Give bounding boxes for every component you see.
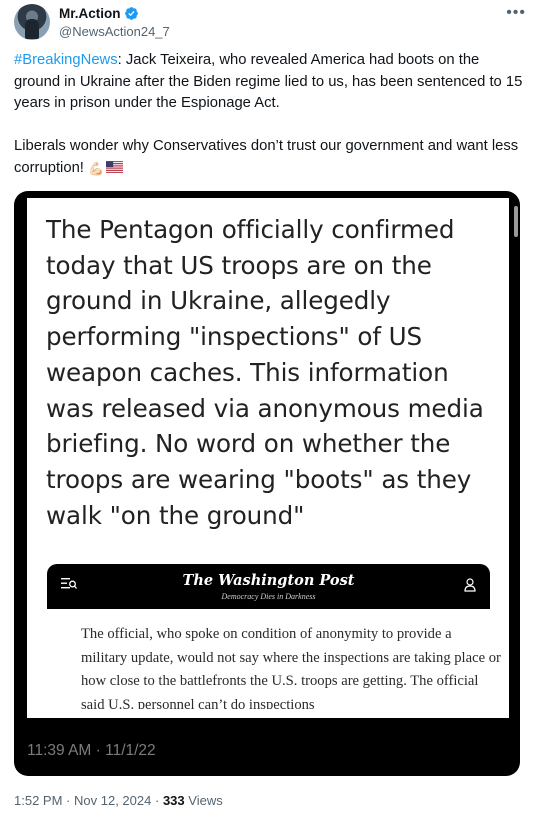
author-handle[interactable]: @NewsAction24_7 xyxy=(59,24,170,39)
author-name-row: Mr.Action xyxy=(59,6,139,21)
tweet-paragraph-2: Liberals wonder why Conservatives don’t … xyxy=(14,136,526,179)
tweet-meta: 1:52 PM · Nov 12, 2024 · 333 Views xyxy=(14,793,223,808)
newspaper-header-bar: The Washington Post Democracy Dies in Da… xyxy=(47,564,490,609)
more-options-icon[interactable]: ••• xyxy=(506,4,526,22)
meta-separator: · xyxy=(66,793,71,808)
tweet-header: Mr.Action @NewsAction24_7 ••• xyxy=(14,2,526,40)
tweet-paragraph-1: #BreakingNews: Jack Teixeira, who reveal… xyxy=(14,50,526,115)
author-display-name[interactable]: Mr.Action xyxy=(59,6,121,21)
flexed-biceps-emoji-icon: 💪🏻 xyxy=(88,160,105,176)
tweet-text: #BreakingNews: Jack Teixeira, who reveal… xyxy=(14,50,526,201)
verified-badge-icon xyxy=(124,7,138,20)
newspaper-tagline: Democracy Dies in Darkness xyxy=(221,592,316,601)
views-count: 333 xyxy=(162,793,185,808)
meta-separator: · xyxy=(154,793,160,808)
screenshot-headline: The Pentagon officially confirmed today … xyxy=(46,215,484,530)
screenshot-timestamp: 11:39 AM · 11/1/22 xyxy=(27,742,156,759)
us-flag-emoji-icon xyxy=(106,160,124,173)
user-account-icon xyxy=(464,578,476,592)
post-date[interactable]: Nov 12, 2024 xyxy=(74,793,151,808)
screenshot-content: The Pentagon officially confirmed today … xyxy=(27,198,518,718)
post-time[interactable]: 1:52 PM xyxy=(14,793,62,808)
hashtag-link[interactable]: #BreakingNews xyxy=(14,52,118,68)
newspaper-title: The Washington Post xyxy=(182,572,355,589)
article-excerpt: The official, who spoke on condition of … xyxy=(81,626,501,709)
views-label: Views xyxy=(188,793,223,808)
scroll-indicator-top xyxy=(514,206,518,237)
avatar[interactable] xyxy=(14,4,50,40)
tweet-media-image[interactable]: The Pentagon officially confirmed today … xyxy=(14,191,520,776)
